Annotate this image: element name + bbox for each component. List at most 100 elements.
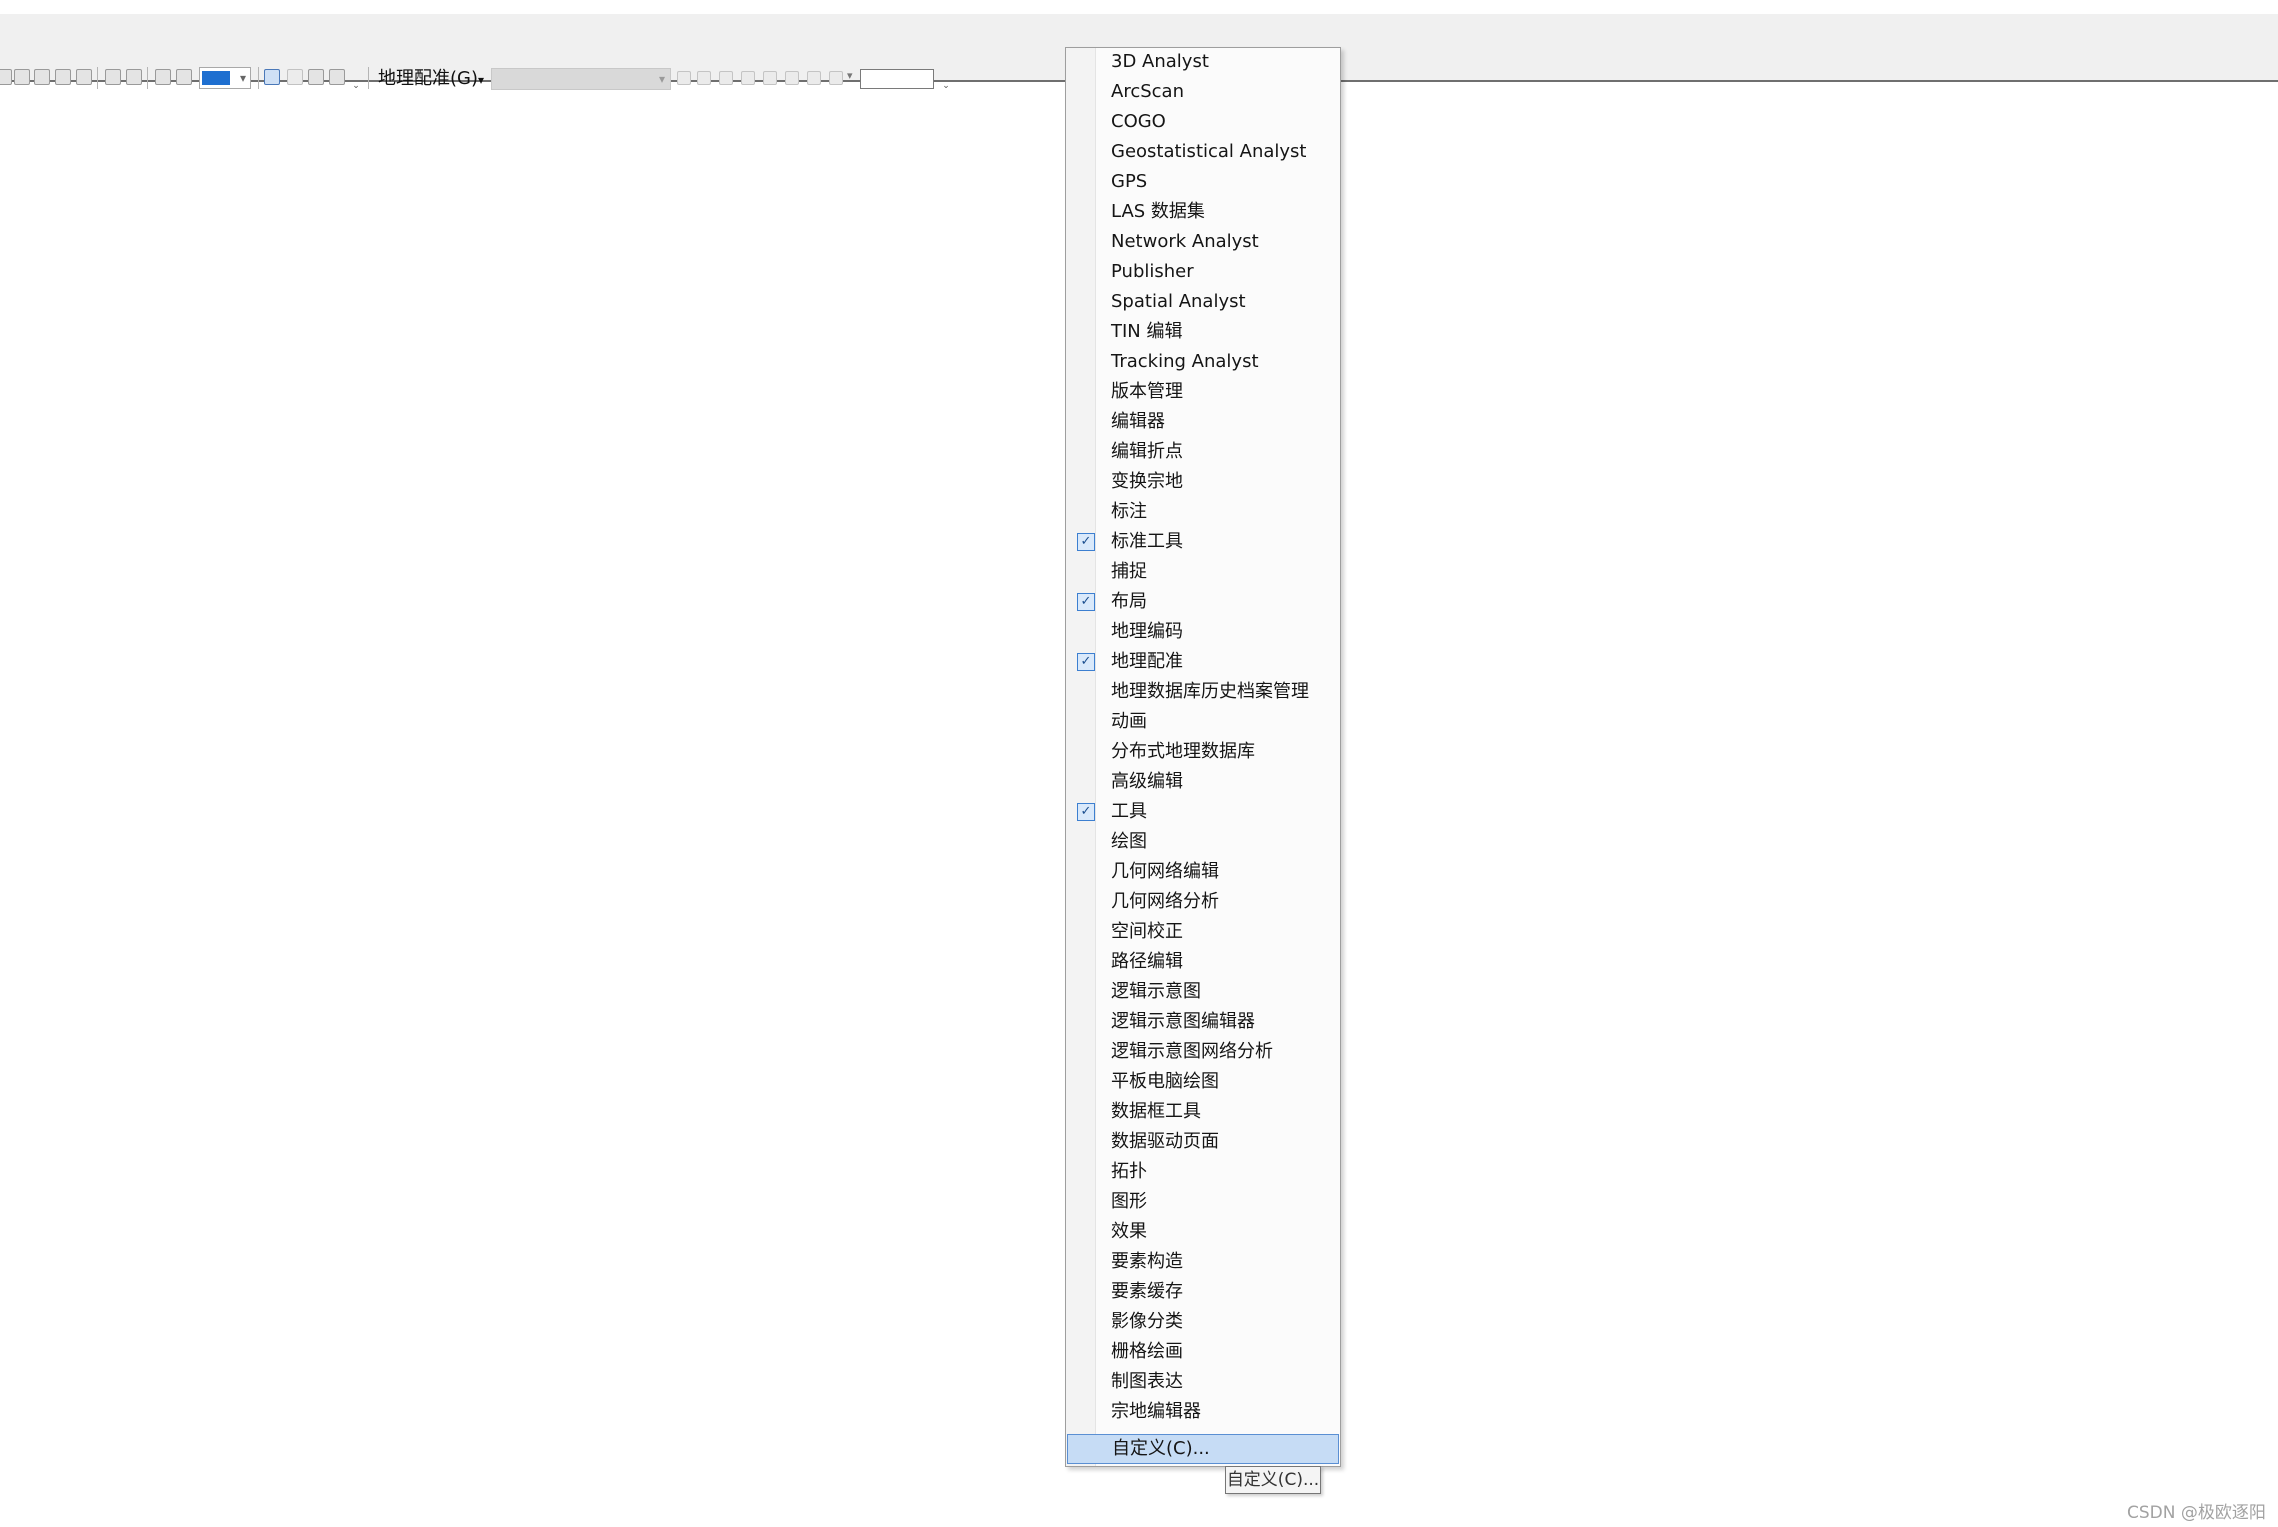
- chevron-down-icon: ▾: [658, 72, 665, 86]
- menu-item[interactable]: COGO: [1068, 108, 1338, 136]
- menu-item[interactable]: Network Analyst: [1068, 228, 1338, 256]
- toolbar-separator: [97, 67, 98, 89]
- menu-item[interactable]: Geostatistical Analyst: [1068, 138, 1338, 166]
- menu-item[interactable]: 标注: [1068, 498, 1338, 526]
- menu-item[interactable]: 平板电脑绘图: [1068, 1068, 1338, 1096]
- menu-item[interactable]: ✓ 布局: [1068, 588, 1338, 616]
- menu-item[interactable]: 逻辑示意图网络分析: [1068, 1038, 1338, 1066]
- auto-registration-icon[interactable]: [697, 71, 711, 85]
- menu-item-label: 标注: [1111, 501, 1147, 522]
- menu-item[interactable]: 影像分类: [1068, 1308, 1338, 1336]
- pan-page-icon[interactable]: [34, 69, 50, 85]
- menu-item[interactable]: ✓ 标准工具: [1068, 528, 1338, 556]
- menu-item-label: 路径编辑: [1111, 951, 1183, 972]
- menu-item[interactable]: 编辑器: [1068, 408, 1338, 436]
- zoom-fit-icon[interactable]: [126, 69, 142, 85]
- menu-item[interactable]: 宗地编辑器: [1068, 1398, 1338, 1426]
- menu-item[interactable]: 地理编码: [1068, 618, 1338, 646]
- menu-item[interactable]: 变换宗地: [1068, 468, 1338, 496]
- add-control-points-icon[interactable]: [677, 71, 691, 85]
- menu-item[interactable]: 高级编辑: [1068, 768, 1338, 796]
- zoom-whole-page-icon[interactable]: [14, 69, 30, 85]
- menu-item[interactable]: 拓扑: [1068, 1158, 1338, 1186]
- menu-item[interactable]: TIN 编辑: [1068, 318, 1338, 346]
- link-table-icon[interactable]: [785, 71, 799, 85]
- menu-item[interactable]: 要素缓存: [1068, 1278, 1338, 1306]
- menu-item-label: 地理数据库历史档案管理: [1111, 681, 1309, 702]
- menu-item-label: 平板电脑绘图: [1111, 1071, 1219, 1092]
- dropdown-arrow-icon: ▾: [478, 73, 485, 87]
- menu-item[interactable]: 逻辑示意图编辑器: [1068, 1008, 1338, 1036]
- menu-item[interactable]: 捕捉: [1068, 558, 1338, 586]
- menu-item-label: 编辑器: [1111, 411, 1165, 432]
- menu-item[interactable]: 3D Analyst: [1068, 48, 1338, 76]
- menu-item[interactable]: 要素构造: [1068, 1248, 1338, 1276]
- toolbar-separator: [147, 67, 148, 89]
- menu-item-label: GPS: [1111, 171, 1148, 192]
- focus-data-frame-icon[interactable]: [287, 69, 303, 85]
- menu-item[interactable]: LAS 数据集: [1068, 198, 1338, 226]
- menu-item[interactable]: 制图表达: [1068, 1368, 1338, 1396]
- menu-item[interactable]: 绘图: [1068, 828, 1338, 856]
- menu-item-label: 要素缓存: [1111, 1281, 1183, 1302]
- menu-item[interactable]: Spatial Analyst: [1068, 288, 1338, 316]
- chevron-down-icon: ▾: [239, 71, 246, 85]
- menu-item-label: 3D Analyst: [1111, 51, 1209, 72]
- menu-item[interactable]: 分布式地理数据库: [1068, 738, 1338, 766]
- menu-item[interactable]: 版本管理: [1068, 378, 1338, 406]
- menu-item-label: 地理编码: [1111, 621, 1183, 642]
- shift-icon[interactable]: [741, 71, 755, 85]
- menu-item-label: 捕捉: [1111, 561, 1147, 582]
- menu-item[interactable]: 数据框工具: [1068, 1098, 1338, 1126]
- menu-item[interactable]: Tracking Analyst: [1068, 348, 1338, 376]
- menu-item[interactable]: ✓ 地理配准: [1068, 648, 1338, 676]
- scale-icon[interactable]: [763, 71, 777, 85]
- toggle-draft-mode-icon[interactable]: [264, 69, 280, 85]
- previous-extent-icon[interactable]: [155, 69, 171, 85]
- toolbar-options-grip[interactable]: ⌄: [352, 80, 360, 92]
- zoom-to-page-icon[interactable]: [55, 69, 71, 85]
- menu-item[interactable]: 几何网络编辑: [1068, 858, 1338, 886]
- rotate-dropdown-arrow-icon[interactable]: ▾: [847, 69, 853, 82]
- data-driven-pages-icon[interactable]: [329, 69, 345, 85]
- georeference-layer-combo[interactable]: ▾: [491, 68, 671, 90]
- menu-item-label: 版本管理: [1111, 381, 1183, 402]
- rotate-icon[interactable]: [719, 71, 733, 85]
- rotate-angle-icon[interactable]: [829, 71, 843, 85]
- viewer-icon[interactable]: [807, 71, 821, 85]
- toolbar-grip-handle[interactable]: [368, 67, 369, 89]
- georeferencing-menu-label: 地理配准(G): [378, 68, 478, 89]
- menu-item[interactable]: 效果: [1068, 1218, 1338, 1246]
- menu-item[interactable]: 编辑折点: [1068, 438, 1338, 466]
- zoom-100-icon[interactable]: [105, 69, 121, 85]
- menu-item[interactable]: GPS: [1068, 168, 1338, 196]
- zoom-percent-combo[interactable]: ▾: [199, 67, 251, 89]
- fixed-zoom-out-icon[interactable]: [76, 69, 92, 85]
- menu-item-label: 栅格绘画: [1111, 1341, 1183, 1362]
- georeferencing-menu-button[interactable]: 地理配准(G)▾: [378, 66, 484, 92]
- menu-item[interactable]: 栅格绘画: [1068, 1338, 1338, 1366]
- menu-item[interactable]: 逻辑示意图: [1068, 978, 1338, 1006]
- change-layout-icon[interactable]: [308, 69, 324, 85]
- toolbars-context-menu: 3D Analyst ArcScan COGO Geostatistical Anal…: [1065, 47, 1341, 1467]
- menu-item[interactable]: ✓ 工具: [1068, 798, 1338, 826]
- menu-item[interactable]: 空间校正: [1068, 918, 1338, 946]
- menu-item-customize[interactable]: 自定义(C)...: [1067, 1434, 1339, 1464]
- fixed-zoom-in-icon[interactable]: [0, 69, 12, 85]
- toolbar-options-grip[interactable]: ⌄: [942, 80, 950, 92]
- menu-item[interactable]: 数据驱动页面: [1068, 1128, 1338, 1156]
- menu-item-label: TIN 编辑: [1111, 321, 1183, 342]
- rotation-angle-input[interactable]: [860, 69, 934, 89]
- menu-item[interactable]: 路径编辑: [1068, 948, 1338, 976]
- menu-item-label: 逻辑示意图编辑器: [1111, 1011, 1255, 1032]
- menu-item[interactable]: 动画: [1068, 708, 1338, 736]
- menu-item[interactable]: ArcScan: [1068, 78, 1338, 106]
- menu-item[interactable]: Publisher: [1068, 258, 1338, 286]
- menu-item[interactable]: 地理数据库历史档案管理: [1068, 678, 1338, 706]
- menu-item-customize-label: 自定义(C)...: [1112, 1438, 1210, 1459]
- next-extent-icon[interactable]: [176, 69, 192, 85]
- menu-item[interactable]: 几何网络分析: [1068, 888, 1338, 916]
- menu-item[interactable]: 图形: [1068, 1188, 1338, 1216]
- menu-item-label: 动画: [1111, 711, 1147, 732]
- menu-item-label: 数据驱动页面: [1111, 1131, 1219, 1152]
